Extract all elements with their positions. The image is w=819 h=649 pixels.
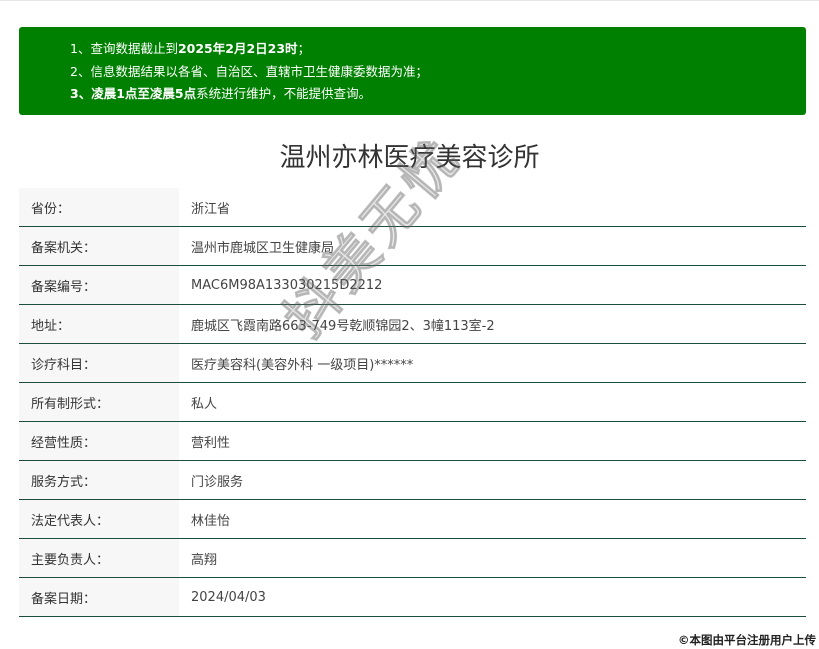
table-row: 地址： 鹿城区飞霞南路663-749号乾顺锦园2、3幢113室-2: [19, 304, 806, 344]
row-label-address: 地址：: [19, 304, 179, 344]
table-row: 服务方式： 门诊服务: [19, 460, 806, 500]
row-value-filing-authority: 温州市鹿城区卫生健康局: [179, 226, 806, 266]
row-value-filing-date: 2024/04/03: [179, 577, 806, 617]
table-row: 经营性质： 营利性: [19, 421, 806, 461]
table-row: 诊疗科目： 医疗美容科(美容外科 一级项目)******: [19, 343, 806, 383]
table-row: 省份： 浙江省: [19, 188, 806, 227]
upload-credit: ©本图由平台注册用户上传: [678, 633, 816, 647]
table-row: 主要负责人： 高翔: [19, 538, 806, 578]
row-label-business-nature: 经营性质：: [19, 421, 179, 461]
row-value-business-nature: 营利性: [179, 421, 806, 461]
table-row: 备案日期： 2024/04/03: [19, 577, 806, 617]
row-label-principal: 主要负责人：: [19, 538, 179, 578]
row-label-filing-date: 备案日期：: [19, 577, 179, 617]
notice-maintenance-window: 凌晨1点至凌晨5点: [91, 86, 197, 101]
row-label-province: 省份：: [19, 188, 179, 227]
row-value-service-mode: 门诊服务: [179, 460, 806, 500]
table-row: 备案机关： 温州市鹿城区卫生健康局: [19, 226, 806, 266]
table-row: 法定代表人： 林佳怡: [19, 499, 806, 539]
row-value-legal-representative: 林佳怡: [179, 499, 806, 539]
row-value-ownership: 私人: [179, 382, 806, 422]
notice-line-3-prefix: 3、: [70, 86, 92, 101]
notice-cutoff-date: 2025年2月2日23时: [177, 41, 298, 56]
row-value-principal: 高翔: [179, 538, 806, 578]
notice-banner: 1、查询数据截止到2025年2月2日23时； 2、信息数据结果以各省、自治区、直…: [19, 27, 806, 115]
row-label-ownership: 所有制形式：: [19, 382, 179, 422]
info-table: 省份： 浙江省 备案机关： 温州市鹿城区卫生健康局 备案编号： MAC6M98A…: [19, 188, 806, 617]
row-label-filing-number: 备案编号：: [19, 265, 179, 305]
row-label-departments: 诊疗科目：: [19, 343, 179, 383]
row-label-service-mode: 服务方式：: [19, 460, 179, 500]
row-value-departments: 医疗美容科(美容外科 一级项目)******: [179, 343, 806, 383]
row-value-province: 浙江省: [179, 188, 806, 227]
row-value-address: 鹿城区飞霞南路663-749号乾顺锦园2、3幢113室-2: [179, 304, 806, 344]
notice-line-1-text: 1、查询数据截止到: [70, 41, 178, 56]
page-title: 温州亦林医疗美容诊所: [279, 143, 540, 173]
notice-line-1: 1、查询数据截止到2025年2月2日23时；: [70, 38, 806, 61]
notice-line-1-suffix: ；: [297, 41, 311, 56]
notice-line-3: 3、凌晨1点至凌晨5点系统进行维护，不能提供查询。: [70, 83, 806, 106]
row-label-legal-representative: 法定代表人：: [19, 499, 179, 539]
row-value-filing-number: MAC6M98A133030215D2212: [179, 265, 806, 305]
table-row: 备案编号： MAC6M98A133030215D2212: [19, 265, 806, 305]
notice-line-2: 2、信息数据结果以各省、自治区、直辖市卫生健康委数据为准；: [70, 63, 428, 79]
notice-line-3-text: 系统进行维护，不能提供查询。: [196, 86, 372, 101]
top-divider: [0, 0, 819, 1]
table-row: 所有制形式： 私人: [19, 382, 806, 422]
row-label-filing-authority: 备案机关：: [19, 226, 179, 266]
